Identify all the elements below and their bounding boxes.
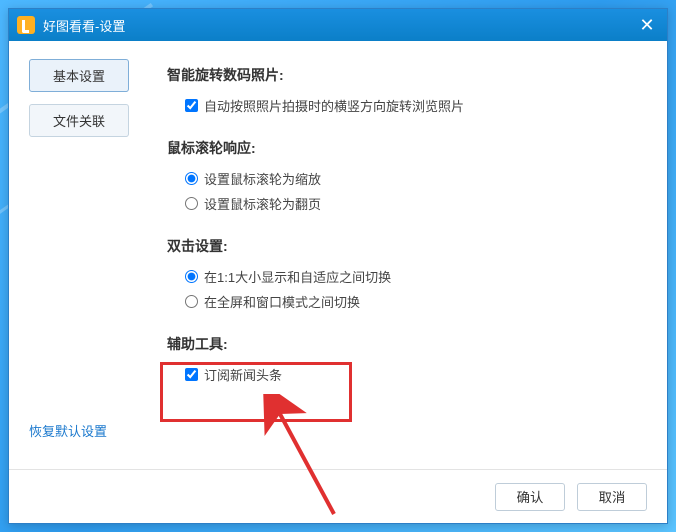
ok-button[interactable]: 确认 — [495, 483, 565, 511]
section-rotate: 智能旋转数码照片: 自动按照照片拍摄时的横竖方向旋转浏览照片 — [167, 65, 647, 118]
checkbox-auto-rotate[interactable] — [185, 99, 198, 112]
cancel-button[interactable]: 取消 — [577, 483, 647, 511]
section-wheel: 鼠标滚轮响应: 设置鼠标滚轮为缩放 设置鼠标滚轮为翻页 — [167, 138, 647, 216]
app-logo-icon — [17, 16, 35, 34]
opt-wheel-zoom[interactable]: 设置鼠标滚轮为缩放 — [167, 166, 647, 191]
titlebar: 好图看看-设置 ✕ — [9, 9, 667, 41]
section-title-wheel: 鼠标滚轮响应: — [167, 138, 647, 158]
radio-wheel-zoom[interactable] — [185, 172, 198, 185]
opt-dbl-fullscreen[interactable]: 在全屏和窗口模式之间切换 — [167, 289, 647, 314]
sidebar-item-assoc[interactable]: 文件关联 — [29, 104, 129, 137]
opt-dbl-fit[interactable]: 在1:1大小显示和自适应之间切换 — [167, 264, 647, 289]
window-title: 好图看看-设置 — [43, 16, 635, 35]
checkbox-news[interactable] — [185, 368, 198, 381]
close-icon[interactable]: ✕ — [635, 13, 659, 37]
section-title-rotate: 智能旋转数码照片: — [167, 65, 647, 85]
label-dbl-fit: 在1:1大小显示和自适应之间切换 — [204, 267, 391, 286]
radio-wheel-page[interactable] — [185, 197, 198, 210]
section-title-dblclick: 双击设置: — [167, 236, 647, 256]
label-wheel-page: 设置鼠标滚轮为翻页 — [204, 194, 321, 213]
radio-dbl-fit[interactable] — [185, 270, 198, 283]
opt-news[interactable]: 订阅新闻头条 — [167, 362, 647, 387]
label-auto-rotate: 自动按照照片拍摄时的横竖方向旋转浏览照片 — [204, 96, 464, 115]
label-wheel-zoom: 设置鼠标滚轮为缩放 — [204, 169, 321, 188]
settings-dialog: 好图看看-设置 ✕ 基本设置 文件关联 智能旋转数码照片: 自动按照照片拍摄时的… — [8, 8, 668, 524]
content-area: 基本设置 文件关联 智能旋转数码照片: 自动按照照片拍摄时的横竖方向旋转浏览照片… — [9, 41, 667, 469]
opt-auto-rotate[interactable]: 自动按照照片拍摄时的横竖方向旋转浏览照片 — [167, 93, 647, 118]
sidebar-item-basic[interactable]: 基本设置 — [29, 59, 129, 92]
label-news: 订阅新闻头条 — [204, 365, 282, 384]
section-assist: 辅助工具: 订阅新闻头条 — [167, 334, 647, 387]
restore-defaults-link[interactable]: 恢复默认设置 — [29, 421, 107, 440]
section-title-assist: 辅助工具: — [167, 334, 647, 354]
main-panel: 智能旋转数码照片: 自动按照照片拍摄时的横竖方向旋转浏览照片 鼠标滚轮响应: 设… — [139, 59, 647, 469]
footer: 确认 取消 — [9, 469, 667, 523]
section-dblclick: 双击设置: 在1:1大小显示和自适应之间切换 在全屏和窗口模式之间切换 — [167, 236, 647, 314]
radio-dbl-fullscreen[interactable] — [185, 295, 198, 308]
label-dbl-fullscreen: 在全屏和窗口模式之间切换 — [204, 292, 360, 311]
sidebar: 基本设置 文件关联 — [29, 59, 139, 469]
opt-wheel-page[interactable]: 设置鼠标滚轮为翻页 — [167, 191, 647, 216]
